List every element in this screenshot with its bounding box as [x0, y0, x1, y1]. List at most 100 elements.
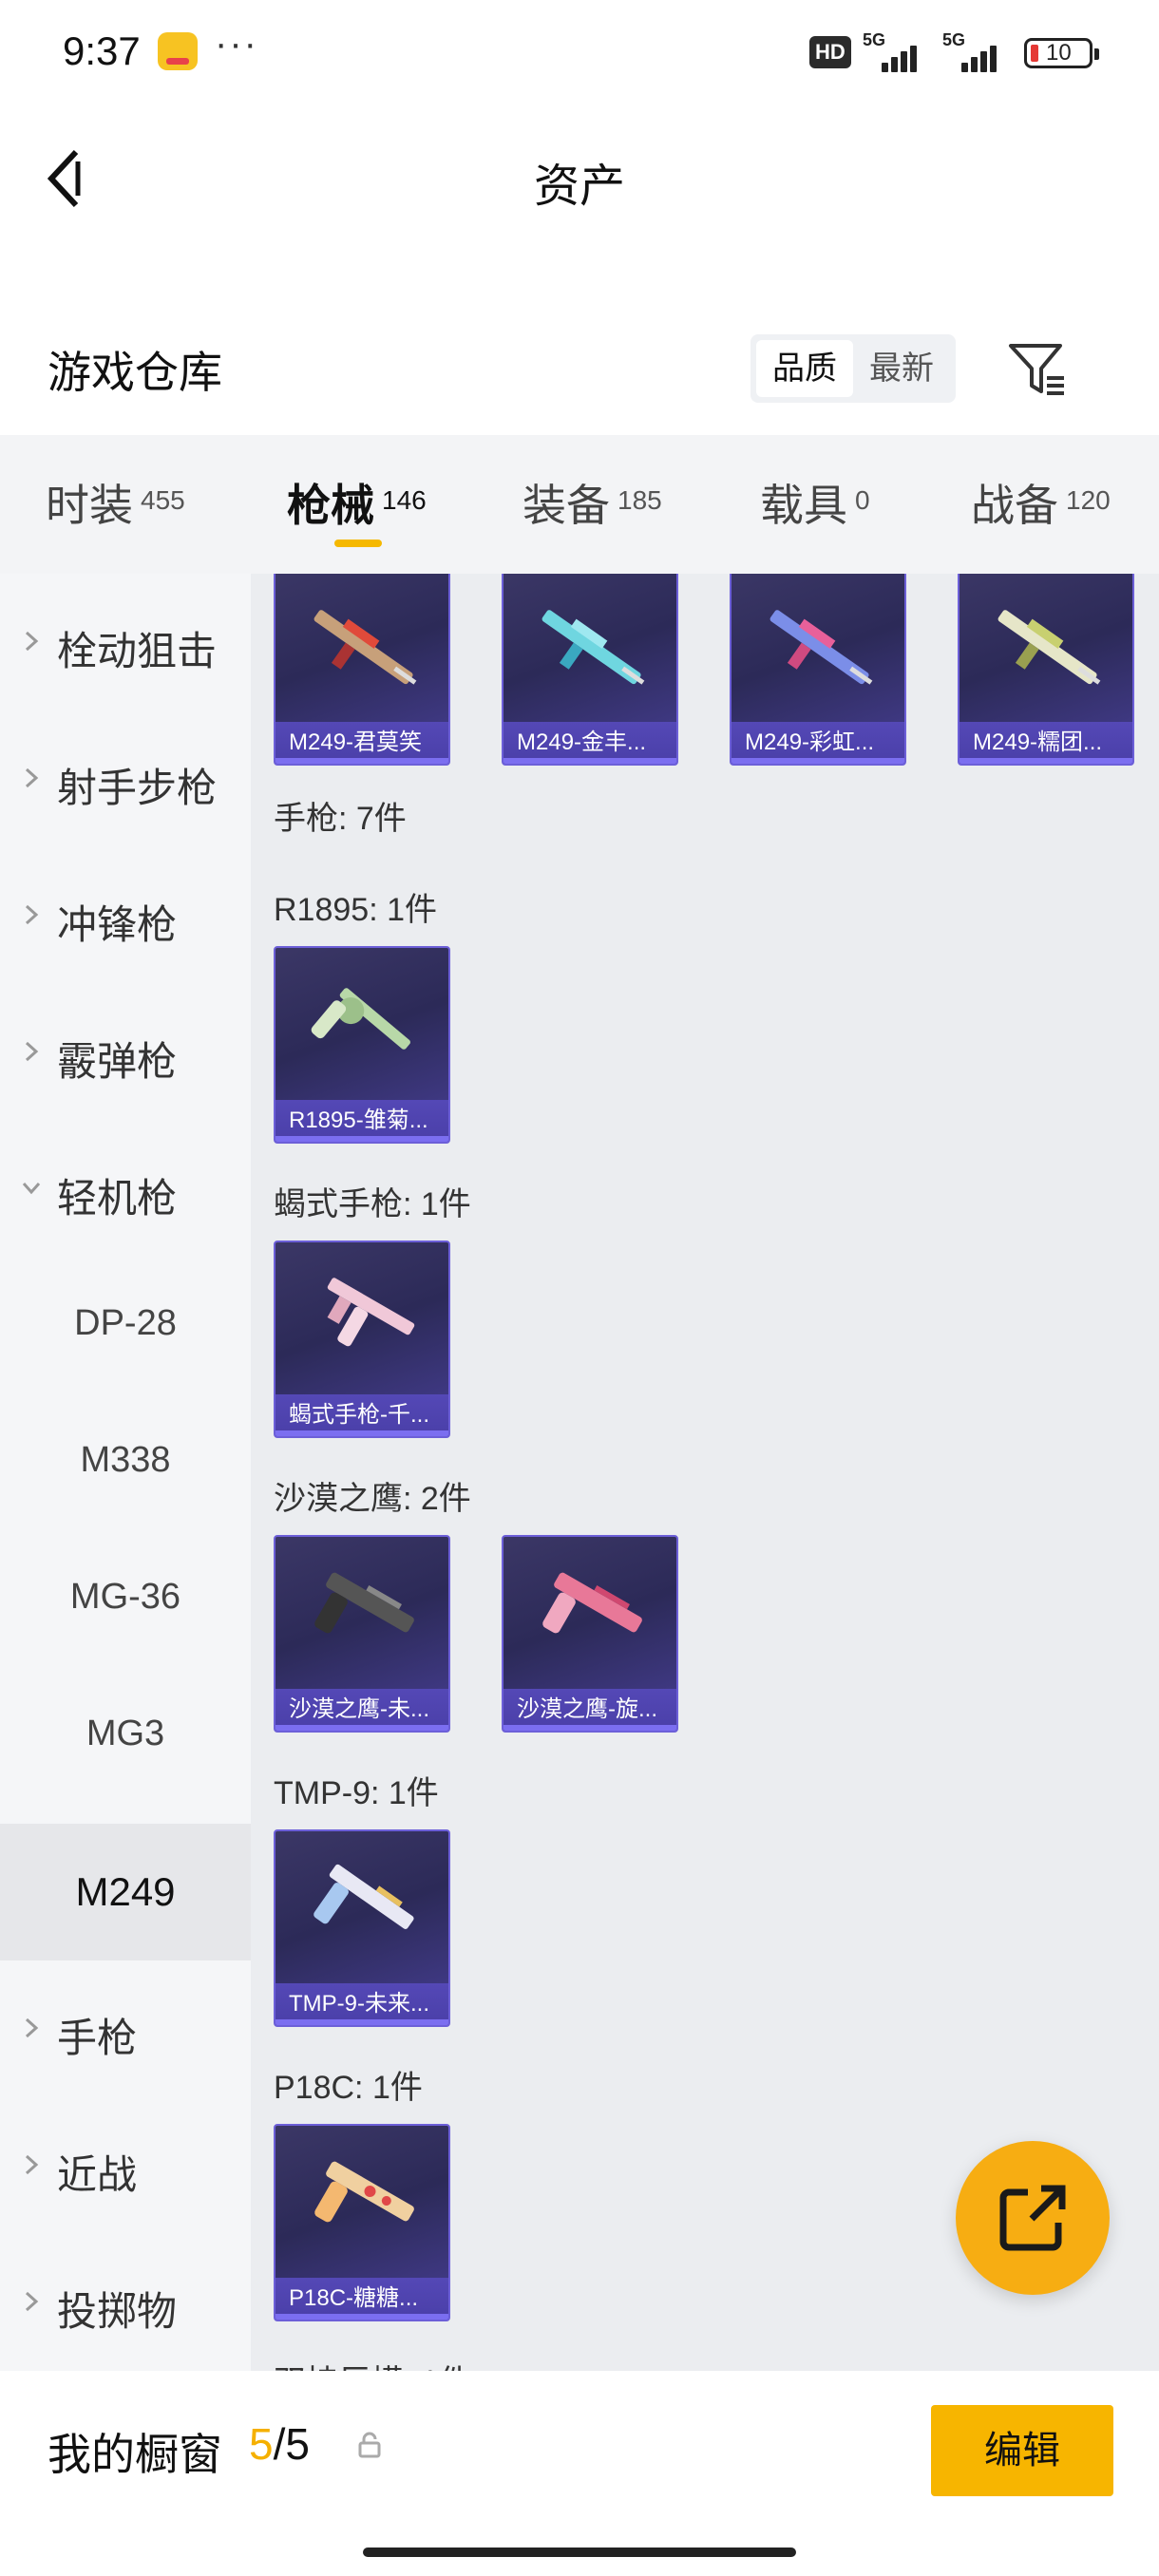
weapon-card[interactable]: 蝎式手枪-千...	[274, 1241, 450, 1438]
sidebar-item-label: 手枪	[57, 2016, 138, 2060]
weapon-category-sidebar: 栓动狙击 射手步枪 冲锋枪 霰弹枪 轻机枪 DP-28 M338 MG-36 M…	[0, 574, 251, 2371]
weapon-card[interactable]: M249-君莫笑	[274, 574, 450, 766]
tab-count: 0	[855, 485, 870, 515]
rifle-icon	[770, 610, 873, 685]
app-notification-icon	[158, 32, 198, 70]
pistol-icon	[314, 1572, 414, 1634]
pistol-icon	[327, 1278, 415, 1347]
sidebar-item-smg[interactable]: 冲锋枪	[0, 847, 251, 984]
showcase-count: 5/5	[249, 2418, 310, 2470]
sidebar-item-label: 栓动狙击	[57, 629, 218, 673]
share-fab-button[interactable]	[956, 2141, 1110, 2295]
battery-icon: 10	[1024, 38, 1099, 68]
tab-fashion[interactable]: 时装 455	[46, 471, 185, 534]
weapon-group-title: 沙漠之鹰: 2件	[274, 1481, 471, 1517]
sidebar-subitem-m338[interactable]: M338	[0, 1394, 251, 1531]
sidebar-item-throwable[interactable]: 投掷物	[0, 2234, 251, 2371]
weapon-card[interactable]: M249-彩虹...	[730, 574, 906, 766]
sort-newest-button[interactable]: 最新	[853, 340, 950, 397]
weapon-card[interactable]: M249-糯团...	[958, 574, 1134, 766]
tab-label: 时装	[46, 481, 133, 530]
weapon-list: M249-君莫笑 M249-金丰... M249-彩虹... M249-糯团..…	[251, 574, 1159, 2371]
sidebar-item-label: 霰弹枪	[57, 1039, 178, 1084]
network-type-2: 5G	[942, 30, 966, 49]
sidebar-item-bolt-sniper[interactable]: 栓动狙击	[0, 574, 251, 710]
tab-vehicles[interactable]: 载具 0	[760, 471, 870, 534]
lock-icon	[358, 2432, 381, 2458]
chevron-right-icon	[25, 904, 39, 925]
sidebar-item-shotgun[interactable]: 霰弹枪	[0, 984, 251, 1121]
weapon-card[interactable]: 沙漠之鹰-旋...	[502, 1535, 678, 1733]
showcase-count-total: 5	[285, 2419, 310, 2469]
tab-count: 185	[618, 485, 662, 515]
sidebar-item-label: M338	[80, 1440, 171, 1480]
tab-label: 战备	[971, 481, 1058, 530]
weapon-card[interactable]: 沙漠之鹰-未...	[274, 1535, 450, 1733]
weapon-group-title: 蝎式手枪: 1件	[274, 1186, 471, 1222]
sidebar-item-label: 射手步枪	[57, 766, 218, 810]
category-header: 手枪: 7件	[274, 801, 407, 837]
weapon-group-title: 双持巨蟒: 1件	[274, 2356, 471, 2371]
sidebar-item-label: 投掷物	[57, 2289, 178, 2334]
smg-pistol-icon	[314, 1864, 414, 1929]
status-bar: 9:37 ··· HD 5G 5G 10	[0, 0, 1159, 104]
rifle-icon	[998, 610, 1101, 685]
showcase-bar: 我的橱窗 5/5 编辑	[0, 2371, 1159, 2576]
weapon-card[interactable]: P18C-糖糖...	[274, 2124, 450, 2321]
showcase-title: 我的橱窗	[48, 2430, 222, 2479]
sidebar-item-label: DP-28	[74, 1303, 177, 1343]
sidebar-item-lmg[interactable]: 轻机枪	[0, 1121, 251, 1258]
weapon-group-title: P18C: 1件	[274, 2070, 423, 2106]
status-time: 9:37	[63, 28, 141, 73]
warehouse-title: 游戏仓库	[48, 348, 222, 397]
battery-level: 10	[1046, 40, 1072, 66]
chevron-right-icon	[25, 767, 39, 788]
hd-icon: HD	[809, 36, 851, 68]
sort-quality-button[interactable]: 品质	[756, 340, 853, 397]
sidebar-item-melee[interactable]: 近战	[0, 2097, 251, 2234]
sort-toggle: 品质 最新	[750, 334, 956, 403]
sidebar-item-label: M249	[75, 1869, 176, 1914]
sidebar-item-label: 轻机枪	[57, 1176, 178, 1221]
filter-icon	[1009, 344, 1064, 395]
revolver-icon	[311, 988, 410, 1050]
sidebar-subitem-dp28[interactable]: DP-28	[0, 1258, 251, 1394]
showcase-count-separator: /	[273, 2419, 286, 2469]
tab-label: 载具	[760, 481, 847, 530]
pistol-icon	[314, 2161, 414, 2223]
sidebar-item-label: 冲锋枪	[57, 902, 178, 947]
tab-equipment[interactable]: 装备 185	[522, 471, 662, 534]
sidebar-item-marksman[interactable]: 射手步枪	[0, 710, 251, 847]
rifle-icon	[314, 610, 417, 685]
sidebar-item-label: MG-36	[69, 1577, 181, 1617]
active-tab-indicator	[334, 540, 382, 547]
rifle-icon	[542, 610, 645, 685]
weapon-group-title: R1895: 1件	[274, 892, 437, 928]
sidebar-item-pistol[interactable]: 手枪	[0, 1960, 251, 2097]
tab-count: 120	[1066, 485, 1111, 515]
home-indicator	[363, 2548, 796, 2557]
tab-guns[interactable]: 枪械 146	[287, 471, 427, 534]
chevron-down-icon	[22, 1183, 41, 1195]
chevron-right-icon	[25, 2291, 39, 2312]
signal-icon-2: 5G	[942, 30, 997, 72]
chevron-right-icon	[25, 1041, 39, 1062]
edit-button[interactable]: 编辑	[931, 2405, 1113, 2496]
chevron-right-icon	[25, 2154, 39, 2175]
pistol-icon	[542, 1572, 642, 1634]
sidebar-subitem-mg36[interactable]: MG-36	[0, 1531, 251, 1668]
tab-label: 枪械	[287, 481, 374, 530]
share-icon	[999, 2185, 1066, 2251]
network-type: 5G	[863, 30, 886, 49]
chevron-right-icon	[25, 631, 39, 652]
filter-button[interactable]	[1005, 334, 1072, 403]
tab-supplies[interactable]: 战备 120	[971, 471, 1111, 534]
signal-icon: 5G	[863, 30, 917, 72]
weapon-card[interactable]: R1895-雏菊...	[274, 946, 450, 1144]
weapon-card[interactable]: TMP-9-未来...	[274, 1829, 450, 2027]
category-tabs: 时装 455 枪械 146 装备 185 载具 0 战备 120	[0, 435, 1159, 574]
page-title: 资产	[533, 161, 625, 212]
weapon-card[interactable]: M249-金丰...	[502, 574, 678, 766]
sidebar-subitem-m249[interactable]: M249	[0, 1824, 251, 1960]
sidebar-subitem-mg3[interactable]: MG3	[0, 1668, 251, 1805]
